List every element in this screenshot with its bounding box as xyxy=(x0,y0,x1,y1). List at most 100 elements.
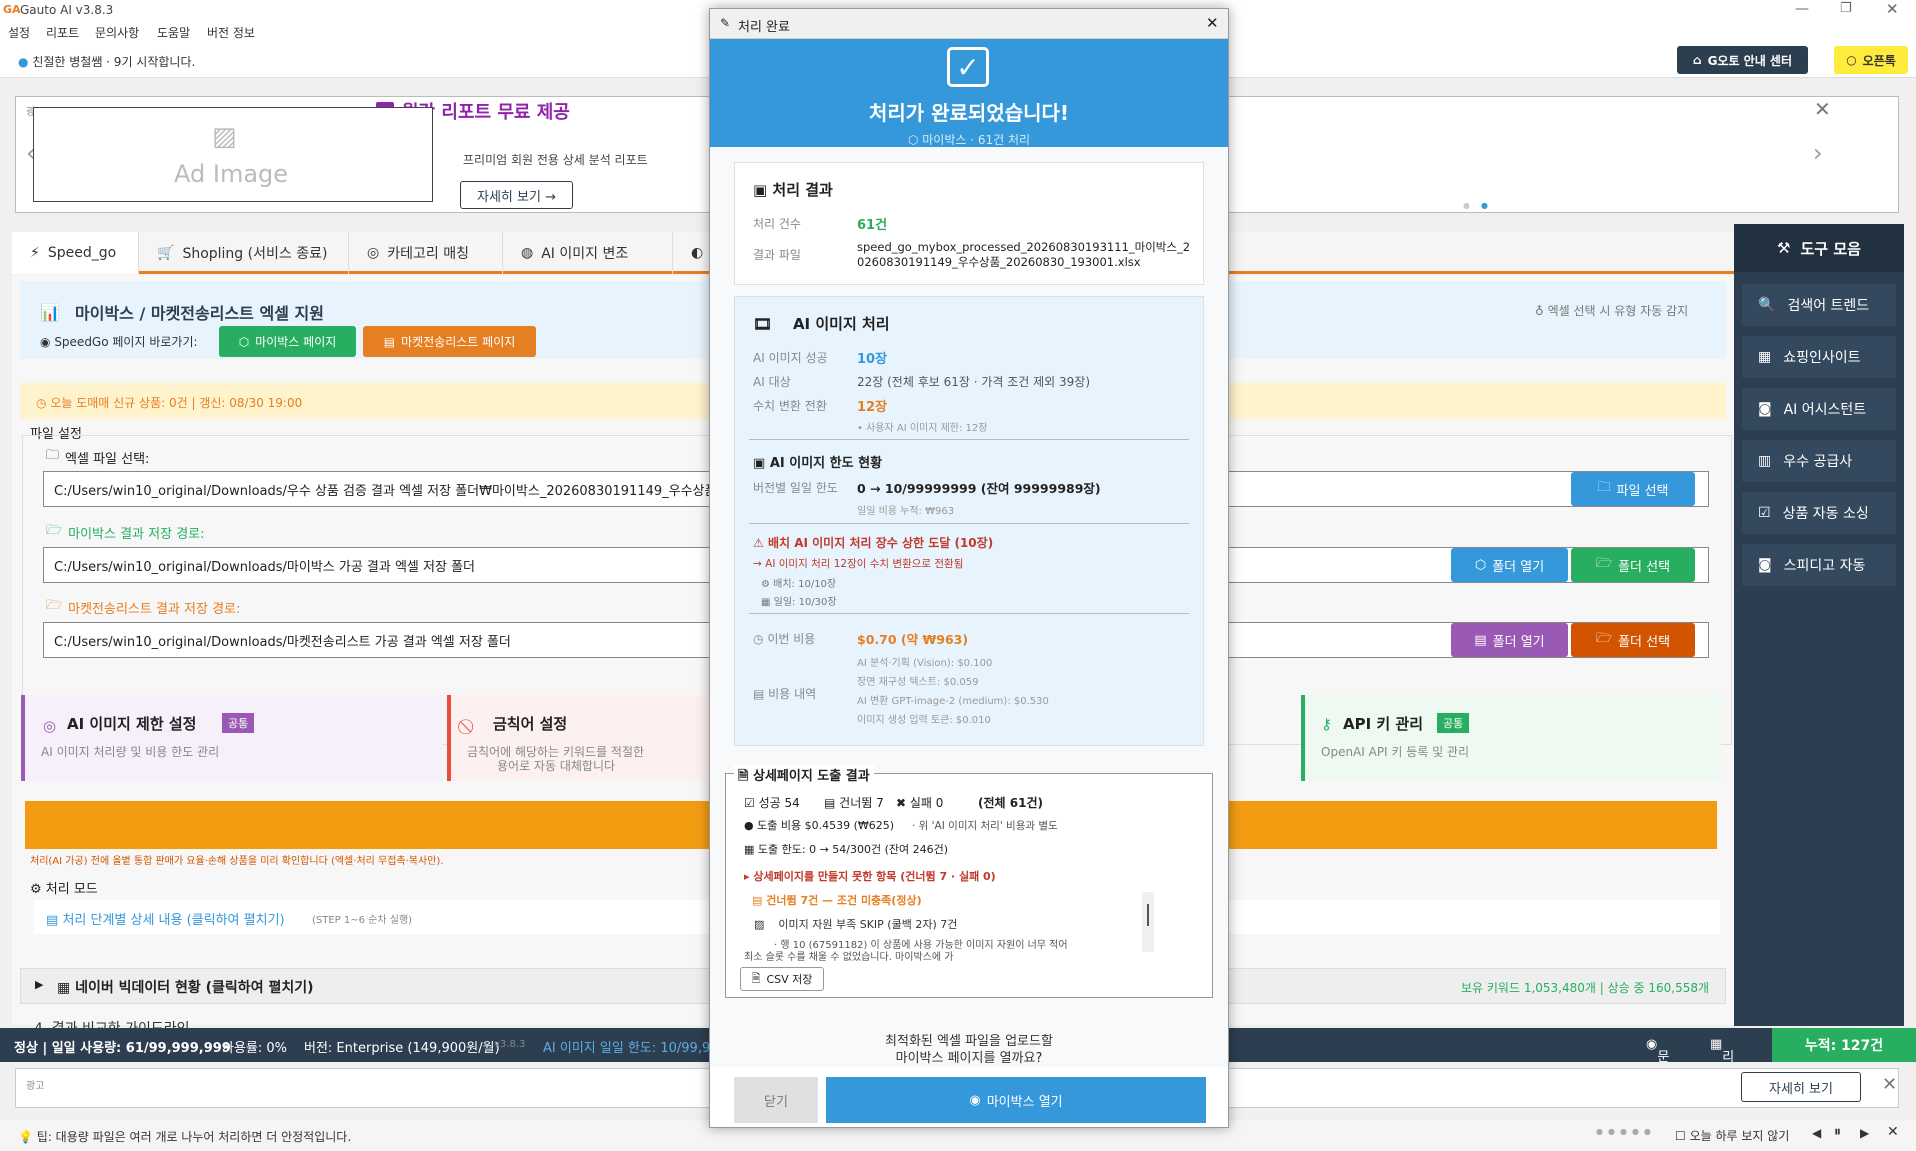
tip-pager-dots[interactable]: ●●●●● xyxy=(1596,1127,1656,1136)
menu-report[interactable]: 리포트 xyxy=(46,24,79,41)
gear-icon: ⚙ xyxy=(30,882,42,897)
open-mybox-button[interactable]: ◉ 마이박스 열기 xyxy=(826,1077,1206,1123)
dialog-close-button[interactable]: 닫기 xyxy=(734,1077,818,1123)
ai-success-value: 10장 xyxy=(857,352,888,367)
count-value: 61건 xyxy=(857,218,888,233)
sidebar-item-trend[interactable]: 🔍 검색어 트렌드 xyxy=(1742,284,1896,326)
ad-close-icon[interactable]: ✕ xyxy=(1882,1074,1897,1095)
scrollbar-thumb[interactable] xyxy=(1147,904,1149,926)
scrollbar[interactable] xyxy=(1142,892,1154,952)
next-arrow-icon[interactable]: › xyxy=(1813,139,1823,167)
mybox-folder-select-button[interactable]: 🗁 폴더 선택 xyxy=(1571,548,1695,582)
ai-limit-card[interactable]: ◎ AI 이미지 제한 설정 공통 AI 이미지 처리량 및 비용 한도 관리 xyxy=(21,695,443,781)
csv-save-button[interactable]: 🗎 CSV 저장 xyxy=(740,967,824,991)
menu-version[interactable]: 버전 정보 xyxy=(207,24,255,41)
tab-label: Shopling (서비스 종료) xyxy=(182,246,328,262)
sidebar-item-sourcing[interactable]: ☑ 상품 자동 소싱 xyxy=(1742,492,1896,534)
globe-icon: ◉ xyxy=(969,1092,981,1108)
tab-ai-image[interactable]: ◍ AI 이미지 변조 xyxy=(503,232,673,274)
detail-fail-text: 실패 0 xyxy=(909,796,944,810)
key-icon: ⚷ xyxy=(1321,715,1332,733)
mybox-page-button[interactable]: ⬡ 마이박스 페이지 xyxy=(219,326,356,357)
maximize-icon[interactable]: ❐ xyxy=(1840,1,1852,16)
ai-title: 🎞 AI 이미지 처리 xyxy=(753,313,890,334)
inquiry-link[interactable]: ◉ 문의2 xyxy=(1646,1037,1669,1099)
tab-category[interactable]: ◎ 카테고리 매칭 xyxy=(349,232,503,274)
market-page-button[interactable]: ▤ 마켓전송리스트 페이지 xyxy=(363,326,536,357)
close-icon[interactable]: ✕ xyxy=(1886,0,1899,18)
pause-tip-icon[interactable]: ⏸ xyxy=(1834,1124,1841,1140)
skip-item: ▨ 이미지 자원 부족 SKIP (쿨백 2자) 7건 xyxy=(754,916,957,932)
greeting-label: 친절한 병철쌤 · 9기 시작합니다. xyxy=(32,55,196,69)
step-link[interactable]: ▤ 처리 단계별 상세 내용 (클릭하여 펼치기) xyxy=(46,909,285,928)
sidebar-item-label: 스피디고 자동 xyxy=(1783,558,1866,574)
carousel-dot-active[interactable]: ● xyxy=(1481,201,1488,210)
hide-today-toggle[interactable]: ☐ 오늘 하루 보지 않기 xyxy=(1675,1127,1789,1144)
next-tip-icon[interactable]: ▶ xyxy=(1860,1126,1869,1140)
tool-icon: ⚒ xyxy=(1777,239,1791,257)
search-icon: 🔍 xyxy=(1758,297,1776,313)
shortcut-label: ◉ SpeedGo 페이지 바로가기: xyxy=(40,333,198,350)
calendar-icon: ▦ xyxy=(761,597,771,608)
report-link[interactable]: ▦ 리포트 xyxy=(1710,1037,1734,1103)
tab-shopling[interactable]: 🛒 Shopling (서비스 종료) xyxy=(139,232,349,274)
prev-tip-icon[interactable]: ◀ xyxy=(1812,1126,1821,1140)
tab-more[interactable]: ◐ xyxy=(673,232,713,274)
folder-open-icon: 🗁 xyxy=(46,523,63,538)
market-save-label: 🗁 마켓전송리스트 결과 저장 경로: xyxy=(46,596,240,618)
detail-limit: ▦ 도출 한도: 0 → 54/300건 (잔여 246건) xyxy=(744,841,948,857)
excel-label-text: 엑셀 파일 선택: xyxy=(65,451,150,467)
naver-title-text: 네이버 빅데이터 현황 (클릭하여 펼치기) xyxy=(75,980,314,996)
ad-close-icon[interactable]: ✕ xyxy=(1814,97,1831,121)
api-key-card[interactable]: ⚷ API 키 관리 공통 OpenAI API 키 등록 및 관리 xyxy=(1301,695,1721,781)
sidebar-item-supplier[interactable]: ▥ 우수 공급사 xyxy=(1742,440,1896,482)
folder-open-label: 폴더 열기 xyxy=(1492,559,1545,575)
convert-note: • 사용자 AI 이미지 제한: 12장 xyxy=(857,423,988,434)
doc-icon: ▤ xyxy=(46,913,59,928)
section-title: 마이박스 / 마켓전송리스트 엑셀 지원 xyxy=(75,304,324,323)
ad-more-button[interactable]: 자세히 보기 → xyxy=(460,181,573,209)
app-title: Gauto AI v3.8.3 xyxy=(20,3,114,17)
mybox-path-text: C:/Users/win10_original/Downloads/마이박스 가… xyxy=(54,559,475,575)
banned-word-card[interactable]: ⃠ 금칙어 설정 금칙어에 해당하는 키워드를 적절한 용어로 자동 대체합니다 xyxy=(447,695,747,781)
folder-open-icon: 🗁 xyxy=(1595,556,1613,571)
market-folder-open-button[interactable]: ▤ 폴더 열기 xyxy=(1451,623,1568,657)
menu-settings[interactable]: 설정 xyxy=(8,24,30,41)
total-count: 누적: 127건 xyxy=(1772,1028,1916,1062)
coin-icon: ● xyxy=(744,819,754,832)
cost-key-text: 이번 비용 xyxy=(767,632,816,646)
tab-label: AI 이미지 변조 xyxy=(541,246,629,262)
menu-inquiry[interactable]: 문의사항 xyxy=(95,24,139,41)
api-title: API 키 관리 xyxy=(1343,715,1424,733)
dialog-headline: 처리가 완료되었습니다! xyxy=(868,101,1070,125)
guide-center-button[interactable]: ⌂ G오토 안내 센터 xyxy=(1677,46,1808,74)
menu-help[interactable]: 도움말 xyxy=(157,24,190,41)
expand-icon: ▶ xyxy=(35,978,44,991)
detail-key: ▤ 비용 내역 xyxy=(753,685,816,702)
complete-dialog: ✎ 처리 완료 ✕ ✓ 처리가 완료되었습니다! ⬡ 마이박스 · 61건 처리… xyxy=(709,8,1229,1128)
chart-icon: ▦ xyxy=(57,980,71,996)
skip-icon: ▤ xyxy=(824,796,836,810)
file-select-label: 파일 선택 xyxy=(1616,483,1669,499)
file-select-button[interactable]: 🗀 파일 선택 xyxy=(1571,472,1695,506)
tab-speed-go[interactable]: ⚡ Speed_go xyxy=(12,232,139,274)
mybox-folder-open-button[interactable]: ⬡ 폴더 열기 xyxy=(1451,548,1568,582)
carousel-dot[interactable]: ● xyxy=(1463,201,1470,210)
minimize-icon[interactable]: — xyxy=(1795,1,1809,17)
ai-target-value: 22장 (전체 후보 61장 · 가격 조건 제외 39장) xyxy=(857,375,1091,389)
ad-label: 광고 xyxy=(26,1081,45,1092)
market-folder-select-button[interactable]: 🗁 폴더 선택 xyxy=(1571,623,1695,657)
sidebar-title: ⚒ 도구 모음 xyxy=(1734,224,1904,272)
home-icon: ⌂ xyxy=(1692,53,1702,67)
bottom-ad-more-button[interactable]: 자세히 보기 xyxy=(1741,1072,1861,1102)
openchat-button[interactable]: ○ 오픈톡 xyxy=(1834,46,1908,74)
building-icon: ▥ xyxy=(1758,453,1772,469)
dialog-close-icon[interactable]: ✕ xyxy=(1206,14,1219,32)
sidebar-item-insight[interactable]: ▦ 쇼핑인사이트 xyxy=(1742,336,1896,378)
section-hint: ♁ 엑셀 선택 시 유형 자동 감지 xyxy=(1535,302,1688,319)
sidebar-item-speedygo[interactable]: ◙ 스피디고 자동 xyxy=(1742,544,1896,586)
sidebar-item-assistant[interactable]: ◙ AI 어시스턴트 xyxy=(1742,388,1896,430)
close-tip-icon[interactable]: ✕ xyxy=(1887,1124,1899,1140)
ad-image[interactable]: ▨ Ad Image xyxy=(33,107,433,202)
globe-icon: ◉ xyxy=(40,335,51,349)
